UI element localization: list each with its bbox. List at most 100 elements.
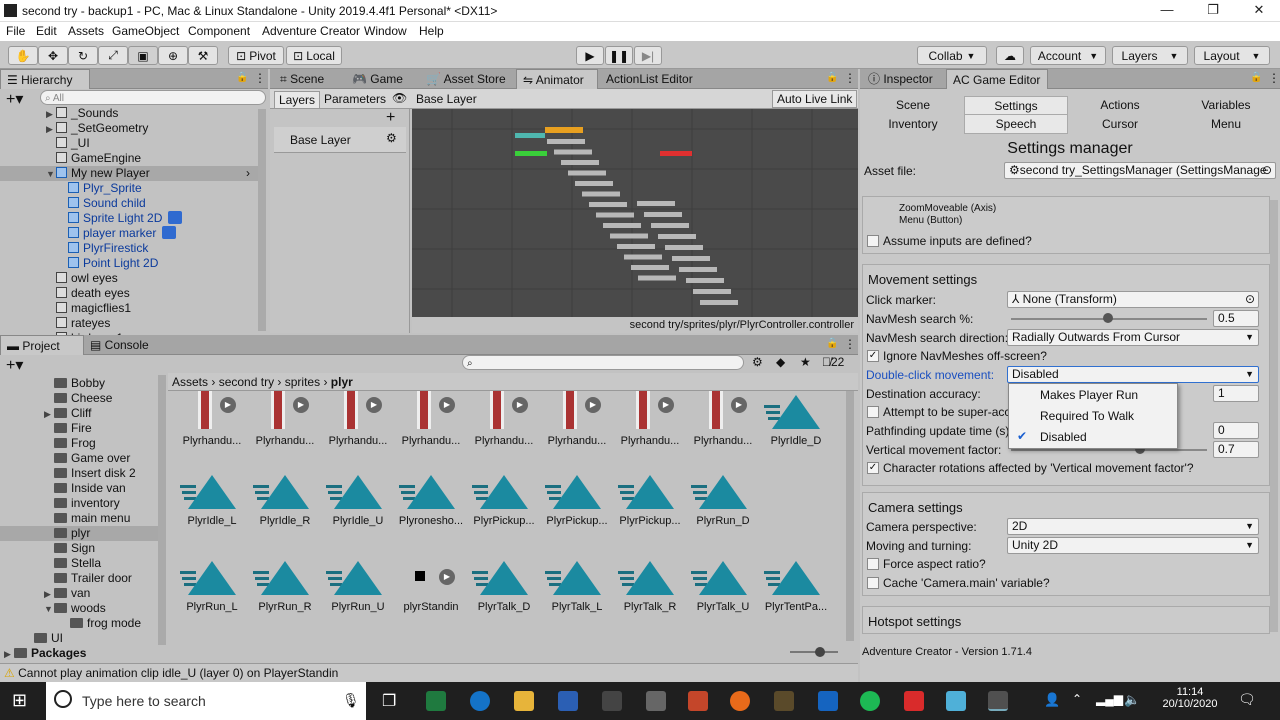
crumb-plyr[interactable]: plyr [331,375,353,389]
navmesh-pct-slider-thumb[interactable] [1103,313,1113,323]
add-icon[interactable]: +▾ [6,89,23,109]
hierarchy-item[interactable]: magicflies1 [46,301,131,316]
expand-arrow-icon[interactable]: ▶ [46,122,56,137]
asset-item[interactable]: PlyrRun_L [176,557,248,613]
camera-perspective-select[interactable]: 2D ▼ [1007,518,1259,535]
hierarchy-item[interactable]: Sprite Light 2D [58,211,183,226]
asset-scrollbar[interactable] [846,391,854,641]
crumb-sprites[interactable]: sprites [285,375,320,389]
asset-item[interactable]: ▶ Plyrhandu... [541,391,613,447]
firefox-icon[interactable] [730,691,750,711]
asset-item[interactable]: ▶ Plyrhandu... [687,391,759,447]
menu-adventure-creator[interactable]: Adventure Creator [262,24,360,38]
hierarchy-search-input[interactable]: ⌕ All [40,90,266,105]
ac-tab-speech[interactable]: Speech [964,115,1068,134]
status-bar[interactable]: ⚠ Cannot play animation clip idle_U (lay… [0,663,858,682]
folder-item[interactable]: Cheese [44,391,112,406]
folder-item[interactable]: ▶ van [44,586,90,601]
ignore-offscreen-checkbox[interactable]: ✓ [867,350,879,362]
tab-scene[interactable]: ⌗ Scene [274,69,346,89]
asset-item[interactable]: PlyrPickup... [468,471,540,527]
asset-item[interactable]: PlyrTentPa... [760,557,832,613]
hierarchy-item[interactable]: ▶ _SetGeometry [46,121,148,136]
hierarchy-item[interactable]: player marker [58,226,177,241]
menu-help[interactable]: Help [419,24,444,38]
chevron-right-icon[interactable]: › [246,166,250,181]
asset-item[interactable]: PlyrTalk_D [468,557,540,613]
tab-game[interactable]: 🎮 Game [346,69,420,89]
tray-chevron-icon[interactable]: ⌃ [1072,692,1082,706]
more-icon[interactable]: ⋮ [844,71,856,85]
asset-item[interactable]: Plyronesho... [395,471,467,527]
folder-item[interactable]: ▶ Cliff [44,406,91,421]
hierarchy-item[interactable]: rateyes [46,316,110,331]
eye-icon[interactable]: 👁 [392,91,407,105]
menu-file[interactable]: File [6,24,25,38]
app-triangle-icon[interactable] [946,691,966,711]
crumb-assets[interactable]: Assets [172,375,208,389]
asset-item[interactable]: PlyrRun_U [322,557,394,613]
asset-item[interactable]: PlyrIdle_D [760,391,832,447]
animator-graph[interactable] [412,109,858,317]
cache-camera-checkbox[interactable] [867,577,879,589]
acrobat-icon[interactable] [904,691,924,711]
asset-item[interactable]: ▶ Plyrhandu... [395,391,467,447]
asset-item[interactable]: PlyrIdle_U [322,471,394,527]
click-marker-field[interactable]: ⅄ None (Transform) ⊙ [1007,291,1259,308]
vertical-field[interactable]: 0.7 [1213,441,1259,458]
asset-item[interactable]: PlyrRun_R [249,557,321,613]
option-disabled[interactable]: Disabled [1040,430,1087,444]
expand-arrow-icon[interactable]: ▼ [46,167,56,182]
navmesh-pct-field[interactable]: 0.5 [1213,310,1259,327]
object-picker-icon[interactable]: ⊙ [1245,292,1255,307]
more-icon[interactable]: ⋮ [254,71,266,85]
asset-file-field[interactable]: ⚙second try_SettingsManager (SettingsMan… [1004,162,1276,179]
force-aspect-checkbox[interactable] [867,558,879,570]
crumb-second-try[interactable]: second try [219,375,274,389]
app-icon[interactable] [774,691,794,711]
tab-animator[interactable]: ⇋ Animator [516,69,598,89]
word-icon[interactable] [558,691,578,711]
inspector-scrollbar[interactable] [1270,200,1278,632]
taskbar-clock[interactable]: 11:14 20/10/2020 [1160,686,1220,710]
hierarchy-scrollbar[interactable] [258,109,266,331]
option-makes-player-run[interactable]: Makes Player Run [1040,388,1138,402]
folder-item[interactable]: Inside van [44,481,126,496]
pivot-button[interactable]: ⊡ Pivot [228,46,284,65]
layer-item[interactable]: Base Layer ⚙ [274,127,406,153]
asset-item[interactable]: PlyrPickup... [541,471,613,527]
add-layer-button[interactable]: + [386,109,395,127]
step-button[interactable]: ▶| [634,46,662,65]
hierarchy-item[interactable]: Point Light 2D [58,256,158,271]
menu-edit[interactable]: Edit [36,24,57,38]
lock-icon[interactable]: 🔒 [826,338,838,349]
char-rot-checkbox[interactable]: ✓ [867,462,879,474]
asset-item[interactable]: PlyrPickup... [614,471,686,527]
notifications-icon[interactable]: 🗨 [1238,691,1256,708]
assume-inputs-checkbox[interactable] [867,235,879,247]
hierarchy-item[interactable]: ▶ _Sounds [46,106,118,121]
super-acc-checkbox[interactable] [867,406,879,418]
auto-live-link-button[interactable]: Auto Live Link [772,90,858,108]
file-explorer-icon[interactable] [514,691,534,711]
more-icon[interactable]: ⋮ [1268,71,1280,85]
network-icon[interactable]: ▂▄▆ [1096,692,1123,706]
menu-assets[interactable]: Assets [68,24,104,38]
filter-label-icon[interactable]: ◆ [776,355,785,369]
calculator-icon[interactable] [646,691,666,711]
folder-item-packages[interactable]: ▶ Packages [4,646,86,661]
ac-tab-cursor[interactable]: Cursor [1068,115,1172,134]
folder-item[interactable]: Fire [44,421,92,436]
people-icon[interactable]: 👤 [1044,692,1060,708]
hand-tool-button[interactable]: ✋ [8,46,38,65]
minimize-button[interactable]: — [1144,2,1190,20]
ac-tab-variables[interactable]: Variables [1174,96,1278,115]
hierarchy-item[interactable]: PlyrFirestick [58,241,148,256]
windows-start-icon[interactable]: ⊞ [12,690,27,711]
double-click-select[interactable]: Disabled ▼ [1007,366,1259,383]
tab-asset-store[interactable]: 🛒 Asset Store [420,69,516,89]
tab-layers[interactable]: Layers [274,91,321,109]
menu-component[interactable]: Component [188,24,250,38]
ac-tab-settings[interactable]: Settings [964,96,1068,115]
project-search-input[interactable]: ⌕ [462,355,744,370]
